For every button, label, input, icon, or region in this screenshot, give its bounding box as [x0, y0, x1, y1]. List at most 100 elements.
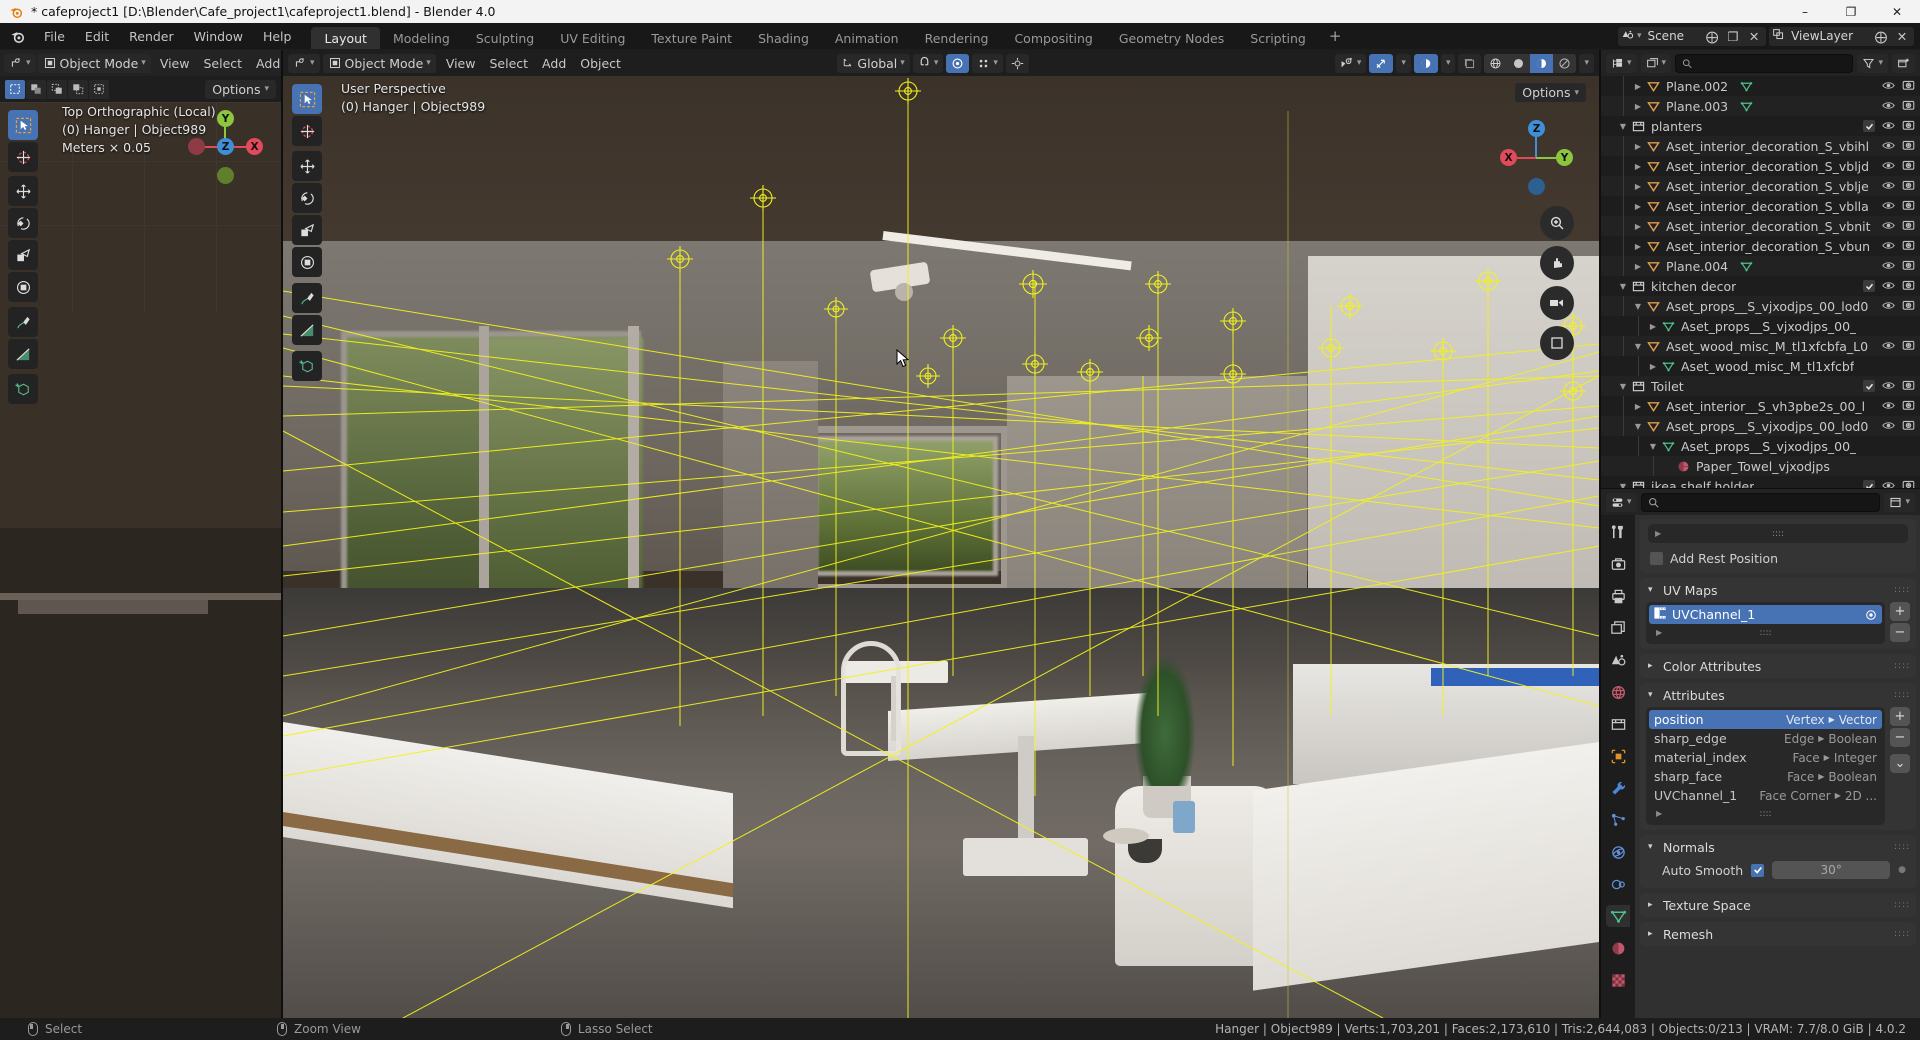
tool-move-icon[interactable]	[8, 176, 38, 206]
properties-tab-render[interactable]	[1606, 553, 1630, 575]
outliner-row[interactable]: ▶ Aset_interior_decoration_S_vbihl	[1601, 136, 1920, 156]
outliner-row[interactable]: Paper_Towel_vjxodjps	[1601, 456, 1920, 476]
disable-in-renders-icon[interactable]	[1902, 419, 1915, 434]
copy-scene-icon[interactable]: ❐	[1724, 27, 1742, 46]
outliner-row[interactable]: ▶ Aset_interior_decoration_S_vbljd	[1601, 156, 1920, 176]
main-options-button[interactable]: Options ▾	[1515, 83, 1586, 102]
hide-in-viewport-icon[interactable]	[1882, 239, 1895, 254]
gizmo-axis-x[interactable]: X	[246, 138, 263, 155]
expand-triangle-right-icon[interactable]: ▶	[1631, 402, 1645, 411]
normals-header[interactable]: ▾ Normals ::::	[1640, 835, 1916, 859]
select-intersect-icon[interactable]	[89, 79, 109, 99]
expand-triangle-right-icon[interactable]: ▶	[1646, 322, 1660, 331]
show-hide-overlays-dropdown[interactable]: ▾	[1334, 53, 1367, 73]
properties-tab-view-layer[interactable]	[1606, 617, 1630, 639]
shading-dropdown[interactable]: ▾	[1579, 53, 1594, 73]
properties-tab-scene[interactable]	[1606, 649, 1630, 671]
color-attributes-header[interactable]: ▸ Color Attributes ::::	[1640, 654, 1916, 678]
tool-tweak-icon-main[interactable]	[292, 84, 322, 114]
tool-move-icon-main[interactable]	[292, 151, 322, 181]
snap-dropdown[interactable]: ▾	[912, 53, 944, 73]
uv-maps-header[interactable]: ▾ UV Maps ::::	[1640, 578, 1916, 602]
hide-in-viewport-icon[interactable]	[1882, 259, 1895, 274]
hide-in-viewport-icon[interactable]	[1882, 179, 1895, 194]
hide-in-viewport-icon[interactable]	[1882, 99, 1895, 114]
hide-in-viewport-icon[interactable]	[1882, 419, 1895, 434]
main-viewport-menu-object[interactable]: Object	[573, 56, 628, 71]
workspace-tab-modeling[interactable]: Modeling	[380, 27, 463, 49]
attributes-list-footer[interactable]: ▶::::	[1649, 805, 1882, 822]
collection-exclude-checkbox[interactable]	[1863, 120, 1875, 132]
disable-in-renders-icon[interactable]	[1902, 79, 1915, 94]
attributes-menu-button[interactable]: ⌄	[1890, 754, 1910, 773]
new-viewlayer-icon[interactable]: ⨁	[1872, 27, 1890, 46]
properties-tab-modifiers[interactable]	[1606, 777, 1630, 799]
expand-triangle-right-icon[interactable]: ▶	[1631, 202, 1645, 211]
blender-menu-icon[interactable]	[0, 23, 34, 49]
properties-tab-particles[interactable]	[1606, 809, 1630, 831]
main-viewport-menu-view[interactable]: View	[439, 56, 483, 71]
expand-triangle-down-icon[interactable]: ▼	[1646, 442, 1660, 451]
properties-tab-physics[interactable]	[1606, 841, 1630, 863]
properties-tab-texture[interactable]	[1606, 969, 1630, 991]
hide-in-viewport-icon[interactable]	[1882, 79, 1895, 94]
tool-annotate-icon[interactable]	[8, 307, 38, 337]
disable-in-renders-icon[interactable]	[1902, 199, 1915, 214]
hide-in-viewport-icon[interactable]	[1882, 379, 1895, 394]
mesh-data-icon[interactable]	[1738, 260, 1755, 273]
tool-cursor-icon[interactable]	[8, 142, 38, 172]
left-viewport-menu-view[interactable]: View	[153, 56, 197, 71]
hide-in-viewport-icon[interactable]	[1882, 219, 1895, 234]
add-uv-map-button[interactable]: +	[1890, 602, 1910, 621]
outliner-row[interactable]: ▼ Aset_props__S_vjxodjps_00_	[1601, 436, 1920, 456]
scene-selector[interactable]: ▾ Scene ⨁ ❐ ✕	[1617, 26, 1767, 46]
proportional-falloff-dropdown[interactable]: ▾	[972, 53, 1003, 73]
mesh-data-icon[interactable]	[1738, 80, 1755, 93]
disable-in-renders-icon[interactable]	[1902, 339, 1915, 354]
attribute-list-item[interactable]: sharp_face Face ▶ Boolean	[1649, 767, 1882, 786]
collection-exclude-checkbox[interactable]	[1863, 480, 1875, 488]
hide-in-viewport-icon[interactable]	[1882, 339, 1895, 354]
workspace-tab-compositing[interactable]: Compositing	[1001, 27, 1105, 49]
tool-measure-icon[interactable]	[8, 339, 38, 369]
xray-toggle[interactable]	[1369, 53, 1394, 73]
disable-in-renders-icon[interactable]	[1902, 479, 1915, 488]
tool-transform-icon-main[interactable]	[292, 247, 322, 277]
workspace-tab-layout[interactable]: Layout	[311, 27, 380, 49]
outliner-row[interactable]: ▼ Aset_wood_misc_M_tl1xfcbfa_L0	[1601, 336, 1920, 356]
outliner-row[interactable]: ▼ planters	[1601, 116, 1920, 136]
expand-triangle-down-icon[interactable]: ▼	[1616, 382, 1630, 391]
uv-map-item[interactable]: UVChannel_1	[1649, 605, 1882, 624]
tool-annotate-icon-main[interactable]	[292, 283, 322, 313]
select-set-icon[interactable]	[5, 79, 25, 99]
properties-tab-world[interactable]	[1606, 681, 1630, 703]
left-viewport-canvas[interactable]: Top Orthographic (Local) (0) Hanger | Ob…	[0, 102, 281, 1018]
disable-in-renders-icon[interactable]	[1902, 379, 1915, 394]
main-viewport-menu-select[interactable]: Select	[482, 56, 535, 71]
overlays-dropdown[interactable]: ▾	[1440, 53, 1456, 73]
workspace-tab-sculpting[interactable]: Sculpting	[463, 27, 547, 49]
toggle-local-view-button[interactable]	[1458, 53, 1482, 73]
expand-triangle-right-icon[interactable]: ▶	[1631, 242, 1645, 251]
attribute-list-item[interactable]: position Vertex ▶ Vector	[1649, 710, 1882, 729]
properties-panel-body[interactable]: ▶ :::: Add Rest Position ▾ UV Maps ::::	[1635, 515, 1920, 1018]
hide-in-viewport-icon[interactable]	[1882, 139, 1895, 154]
left-options-button[interactable]: Options ▾	[205, 79, 276, 99]
tool-add-cube-icon-main[interactable]	[292, 351, 322, 381]
workspace-tab-scripting[interactable]: Scripting	[1237, 27, 1319, 49]
disable-in-renders-icon[interactable]	[1902, 259, 1915, 274]
tool-transform-icon[interactable]	[8, 272, 38, 302]
shading-wireframe-button[interactable]	[1484, 53, 1508, 73]
maximize-button[interactable]: ❐	[1828, 0, 1874, 23]
hide-in-viewport-icon[interactable]	[1882, 479, 1895, 488]
outliner-row[interactable]: ▼ Toilet	[1601, 376, 1920, 396]
outliner-row[interactable]: ▼ kitchen decor	[1601, 276, 1920, 296]
shading-solid-button[interactable]	[1507, 53, 1531, 73]
menu-file[interactable]: File	[34, 23, 75, 49]
properties-tab-constraints[interactable]	[1606, 873, 1630, 895]
uv-maps-list[interactable]: UVChannel_1 ▶ ::::	[1646, 602, 1885, 644]
mesh-data-icon[interactable]	[1738, 100, 1755, 113]
add-attribute-button[interactable]: +	[1890, 707, 1910, 726]
add-workspace-button[interactable]: +	[1319, 23, 1352, 49]
tool-rotate-icon[interactable]	[8, 208, 38, 238]
